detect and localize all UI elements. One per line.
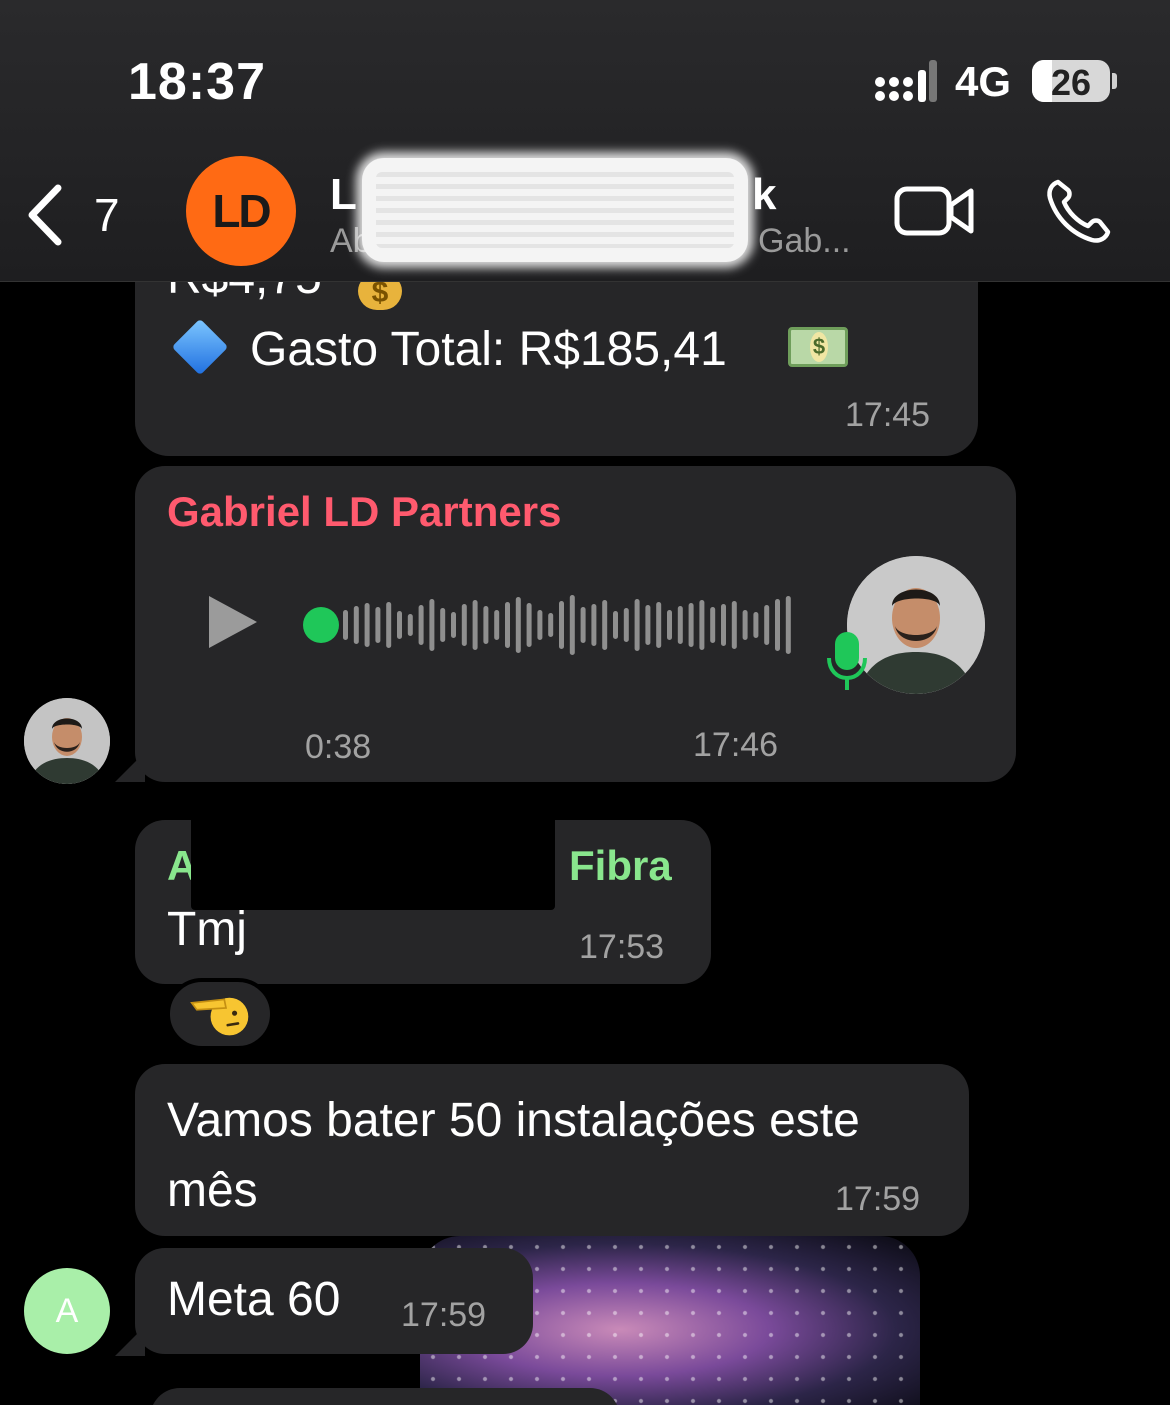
sender-name[interactable]: Gabriel LD Partners	[167, 488, 561, 536]
group-title-end[interactable]: k	[752, 170, 776, 220]
message-time: 17:53	[579, 928, 665, 966]
sender-avatar[interactable]: A	[24, 1268, 110, 1354]
sender-avatar[interactable]	[24, 698, 110, 784]
sender-name-end[interactable]: Fibra	[569, 842, 672, 890]
waveform-bar	[634, 599, 640, 651]
redaction-blur	[362, 158, 748, 262]
network-type: 4G	[955, 58, 1012, 105]
unread-count: 7	[94, 189, 120, 241]
waveform-bar	[613, 611, 618, 639]
saluting-face-icon	[190, 997, 249, 1036]
group-subtitle-end[interactable]: Gab...	[758, 222, 851, 261]
waveform-bar	[451, 612, 456, 638]
message-text: Tmj	[167, 903, 247, 956]
message-time: 17:46	[693, 726, 779, 764]
waveform-bar	[753, 612, 759, 638]
waveform-bar	[775, 599, 780, 651]
next-message-bubble[interactable]	[150, 1388, 620, 1405]
waveform-bar	[343, 610, 348, 640]
waveform-bar	[397, 611, 402, 639]
signal-strength-icon	[875, 60, 937, 102]
waveform-bar	[677, 606, 683, 644]
message-bubble-goal[interactable]: Vamos bater 50 instalações este mês 17:5…	[135, 1064, 969, 1236]
waveform-bar	[559, 601, 564, 649]
waveform-bar	[353, 606, 359, 644]
group-title-start[interactable]: L	[330, 170, 357, 220]
waveform-bar	[569, 595, 575, 655]
waveform-bar	[667, 610, 672, 640]
waveform-bar	[494, 610, 500, 640]
waveform-bar	[785, 596, 791, 654]
message-text: Meta 60	[167, 1273, 341, 1326]
waveform-bar	[440, 608, 446, 642]
waveform-bar	[515, 597, 521, 653]
play-icon[interactable]	[209, 596, 257, 648]
waveform-bar	[699, 600, 705, 650]
waveform-bar	[548, 613, 554, 637]
video-call-icon[interactable]	[893, 183, 975, 239]
playback-scrubber[interactable]	[303, 607, 339, 643]
voice-message-bubble[interactable]: Gabriel LD Partners 0:38 17:46	[135, 466, 1016, 782]
message-bubble-meta[interactable]: Meta 60 17:59	[135, 1248, 533, 1354]
waveform-bar	[623, 608, 629, 642]
waveform-bar	[742, 610, 748, 640]
total-spent-text: Gasto Total: R$185,41	[250, 323, 727, 376]
waveform-bar	[688, 603, 694, 647]
waveform-bar	[483, 606, 489, 644]
waveform-bar	[721, 604, 726, 646]
redaction-box	[191, 816, 555, 910]
message-bubble-tmj[interactable]: A Fibra Tmj 17:53	[135, 816, 711, 984]
group-avatar[interactable]: LD	[186, 156, 296, 266]
waveform-bar	[591, 604, 597, 646]
waveform-bar	[407, 614, 413, 636]
waveform-bar	[656, 602, 662, 648]
waveform-bar	[418, 605, 424, 645]
waveform-bar	[710, 607, 716, 643]
waveform-bar	[461, 604, 467, 646]
status-time: 18:37	[128, 53, 266, 111]
audio-waveform[interactable]	[303, 590, 793, 660]
waveform-bar	[526, 603, 532, 647]
message-time: 17:45	[845, 396, 931, 434]
waveform-bar	[364, 603, 370, 647]
battery-level: 26	[1050, 62, 1092, 102]
voice-duration: 0:38	[305, 728, 372, 766]
waveform-bar	[764, 605, 770, 645]
dollar-bill-icon	[788, 327, 848, 367]
waveform-bar	[505, 602, 510, 648]
phone-call-icon[interactable]	[1044, 176, 1114, 246]
waveform-bar	[429, 599, 435, 651]
message-time: 17:59	[401, 1296, 487, 1334]
reaction-badge[interactable]	[166, 978, 274, 1050]
message-time: 17:59	[835, 1180, 921, 1218]
microphone-icon	[827, 632, 867, 690]
avatar-letter: A	[55, 1291, 79, 1330]
group-avatar-text: LD	[212, 185, 271, 237]
waveform-bar	[731, 601, 737, 649]
chat-header: 18:37 4G 26 7 LD L Ab k Gab...	[0, 0, 1170, 282]
waveform-bar	[472, 600, 478, 650]
battery-icon: 26	[1032, 60, 1110, 102]
waveform-bar	[602, 600, 608, 650]
waveform-bar	[386, 602, 392, 648]
battery-tip	[1112, 73, 1117, 89]
chevron-left-icon	[28, 184, 62, 246]
waveform-bar	[537, 610, 543, 640]
waveform-bar	[645, 605, 651, 645]
waveform-bar	[580, 607, 586, 643]
message-text: Vamos bater 50 instalações este mês	[167, 1094, 860, 1217]
back-button[interactable]: 7	[22, 180, 120, 250]
waveform-bar	[375, 607, 381, 643]
